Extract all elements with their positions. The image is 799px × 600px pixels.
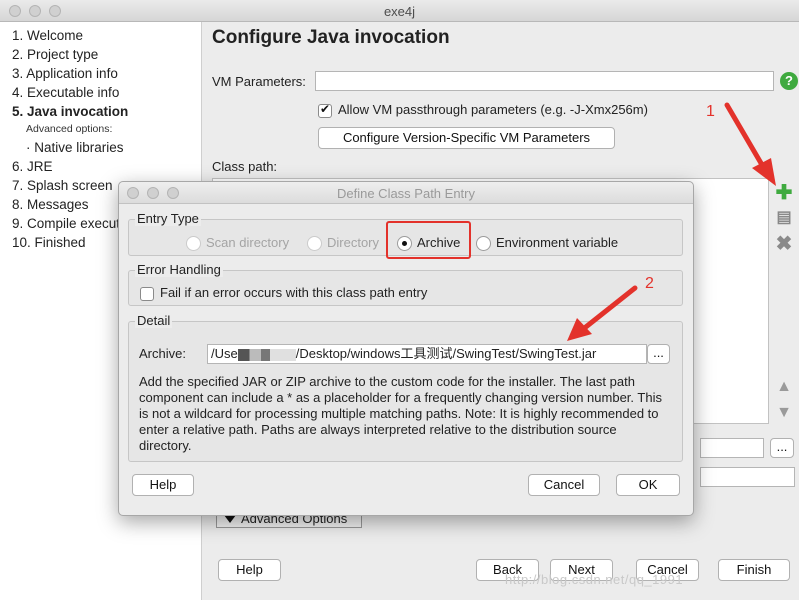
redacted-username (237, 348, 296, 361)
annotation-number-one: 1 (706, 103, 715, 120)
step-item[interactable]: 3. Application info (0, 64, 201, 83)
step-item[interactable]: 2. Project type (0, 45, 201, 64)
dialog-help-button[interactable]: Help (132, 474, 194, 496)
detail-group: Detail Archive: /Use/Desktop/windows工具测试… (128, 313, 683, 462)
error-handling-label: Error Handling (135, 262, 223, 277)
remove-icon[interactable]: ✖ (774, 231, 794, 256)
fail-on-error-checkbox[interactable] (140, 286, 154, 301)
archive-description: Add the specified JAR or ZIP archive to … (139, 374, 662, 453)
class-path-label: Class path: (212, 159, 278, 174)
allow-passthrough-row[interactable]: Allow VM passthrough parameters (e.g. -J… (318, 102, 648, 118)
page-title: Configure Java invocation (212, 27, 450, 48)
archive-path-prefix: /Use (211, 346, 238, 361)
radio-scan-directory-label: Scan directory (206, 235, 290, 250)
finish-button[interactable]: Finish (718, 559, 790, 581)
step-item[interactable]: 4. Executable info (0, 83, 201, 102)
window-title: exe4j (383, 4, 416, 19)
radio-directory-label: Directory (327, 235, 380, 250)
fail-on-error-label: Fail if an error occurs with this class … (160, 285, 428, 300)
dialog-title: Define Class Path Entry (336, 186, 475, 201)
vm-parameters-label: VM Parameters: (212, 74, 306, 89)
error-handling-group: Error Handling Fail if an error occurs w… (128, 262, 683, 306)
advanced-options-heading: Advanced options: (26, 123, 113, 135)
blog-watermark: http://blog.csdn.net/qq_1991 (505, 572, 684, 587)
radio-environment-variable-label: Environment variable (496, 235, 619, 250)
dialog-cancel-button[interactable]: Cancel (528, 474, 600, 496)
allow-passthrough-label: Allow VM passthrough parameters (e.g. -J… (338, 102, 648, 117)
window-titlebar: exe4j (0, 0, 799, 22)
archive-label: Archive: (139, 346, 186, 361)
radio-scan-directory-circle[interactable] (186, 236, 201, 252)
help-icon[interactable]: ? (780, 72, 798, 90)
step-item[interactable]: 5. Java invocation (0, 102, 201, 121)
browse-button[interactable]: ... (770, 438, 794, 458)
vm-parameters-input[interactable] (315, 71, 774, 91)
archive-browse-button[interactable]: ... (647, 344, 670, 364)
triangle-down-icon (224, 515, 236, 523)
path-field[interactable] (700, 438, 764, 458)
radio-environment-variable[interactable]: Environment variable (476, 235, 619, 252)
radio-directory[interactable]: Directory (307, 235, 380, 252)
radio-directory-circle[interactable] (307, 236, 322, 252)
detail-label: Detail (135, 313, 173, 328)
fail-on-error-row[interactable]: Fail if an error occurs with this class … (140, 285, 427, 301)
arrow-down-icon[interactable]: ▼ (774, 404, 794, 422)
edit-icon[interactable]: ▤ (774, 207, 794, 227)
step-item[interactable]: · Native libraries (0, 138, 201, 157)
dialog-titlebar: Define Class Path Entry (119, 182, 693, 204)
secondary-field[interactable] (700, 467, 795, 487)
add-icon[interactable]: ✚ (774, 180, 794, 205)
configure-version-vm-button[interactable]: Configure Version-Specific VM Parameters (318, 127, 615, 149)
entry-type-label: Entry Type (135, 211, 201, 226)
arrow-one-icon (724, 102, 776, 186)
arrow-up-icon[interactable]: ▲ (774, 378, 794, 396)
archive-highlight-box (386, 221, 471, 259)
radio-environment-variable-circle[interactable] (476, 236, 491, 252)
annotation-number-two: 2 (645, 275, 654, 292)
radio-scan-directory[interactable]: Scan directory (186, 235, 290, 252)
allow-passthrough-checkbox[interactable] (318, 102, 332, 118)
archive-path-suffix: /Desktop/windows工具测试/SwingTest/SwingTest… (295, 346, 597, 361)
step-item[interactable]: 1. Welcome (0, 26, 201, 45)
help-button[interactable]: Help (218, 559, 281, 581)
dialog-ok-button[interactable]: OK (616, 474, 680, 496)
step-item[interactable]: 6. JRE (0, 157, 201, 176)
archive-path-input[interactable]: /Use/Desktop/windows工具测试/SwingTest/Swing… (207, 344, 647, 364)
